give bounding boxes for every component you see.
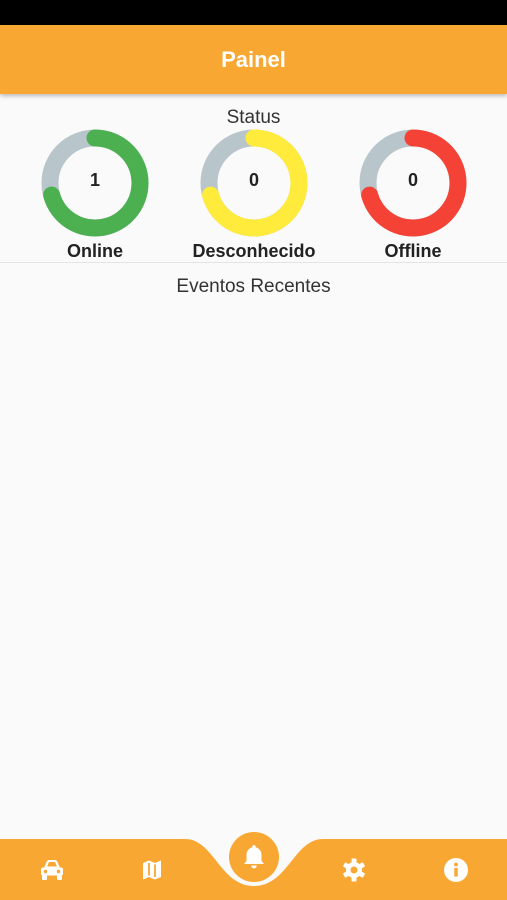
gauge-unknown: 0 Desconhecido [174, 128, 334, 263]
online-label: Online [66, 241, 123, 261]
gear-icon [343, 858, 365, 882]
system-status-bar [0, 0, 507, 25]
info-icon [444, 858, 468, 882]
nav-settings[interactable] [334, 850, 374, 890]
nav-events-button[interactable] [229, 832, 279, 882]
nav-about[interactable] [436, 850, 476, 890]
app-bar: Painel [0, 25, 507, 94]
map-icon [143, 860, 161, 880]
car-icon [41, 860, 63, 880]
status-gauges: 1 Online 0 Desconhecido 0 Offline [0, 128, 507, 263]
nav-vehicles[interactable] [32, 850, 72, 890]
bottom-navigation [0, 830, 507, 900]
page-title: Painel [221, 46, 286, 72]
unknown-count: 0 [248, 170, 259, 190]
online-count: 1 [89, 170, 100, 190]
offline-label: Offline [384, 241, 442, 261]
bell-icon [244, 845, 264, 869]
status-section-title: Status [226, 107, 281, 128]
gauge-offline: 0 Offline [333, 128, 493, 263]
offline-count: 0 [407, 170, 418, 190]
nav-map[interactable] [132, 850, 172, 890]
section-divider [0, 262, 507, 263]
gauge-online: 1 Online [15, 128, 175, 263]
unknown-label: Desconhecido [192, 241, 316, 261]
recent-events-title: Eventos Recentes [176, 276, 331, 297]
